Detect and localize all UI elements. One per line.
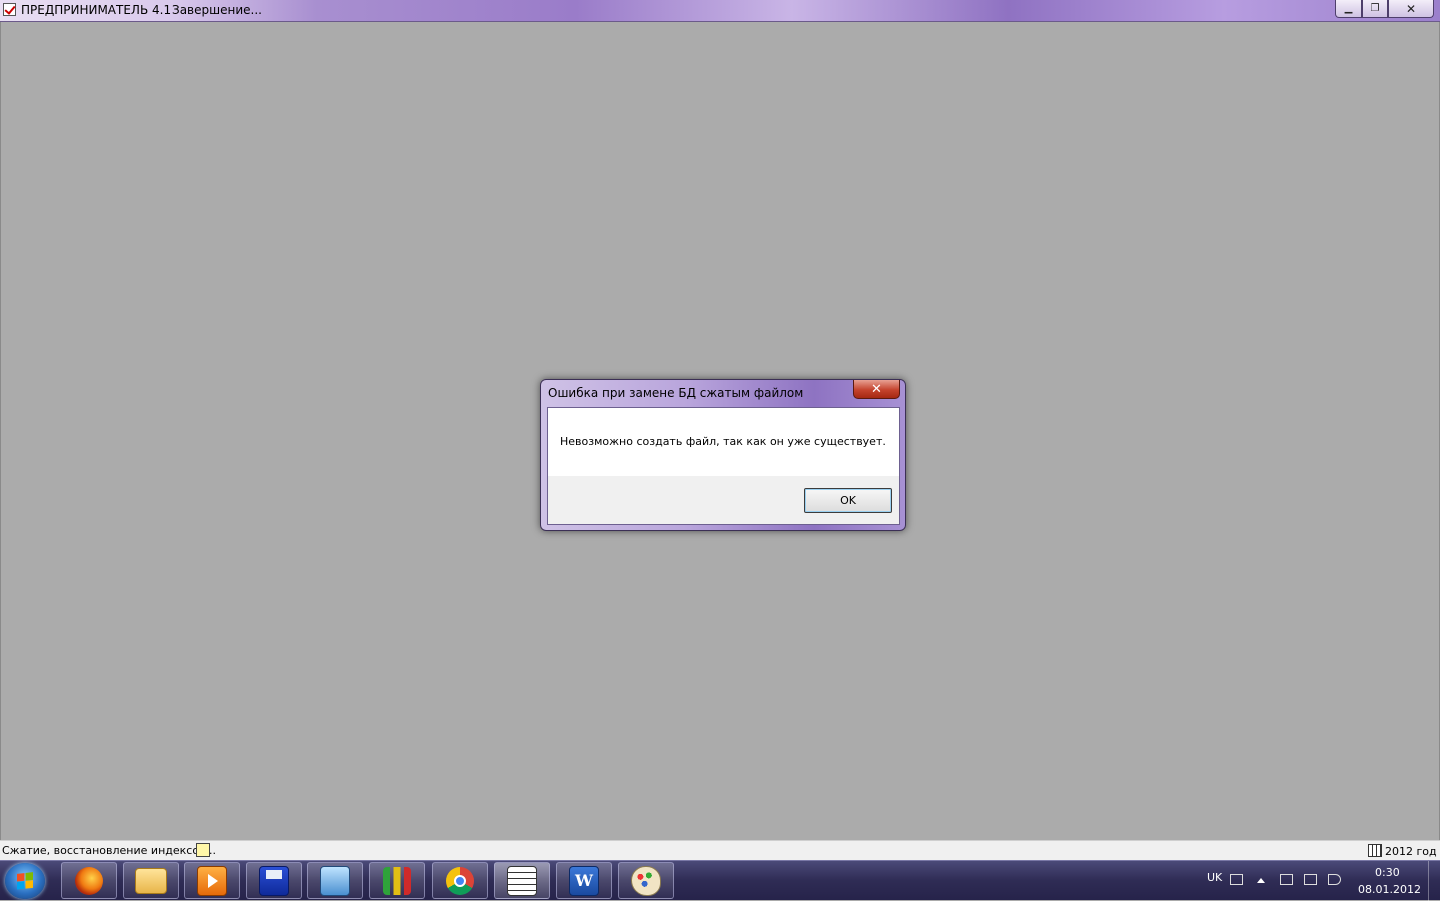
app-checkmark-icon	[3, 3, 16, 16]
start-button[interactable]	[5, 863, 45, 899]
restore-icon: ❐	[1370, 3, 1380, 14]
error-dialog: Ошибка при замене БД сжатым файлом ✕ Нев…	[540, 379, 906, 531]
bar-chart-app-icon	[383, 866, 411, 895]
taskbar: W UK 0:30 08.01.2012	[0, 860, 1440, 901]
checklist-app-icon	[507, 865, 537, 896]
status-text: Сжатие, восстановление индексов...	[2, 844, 217, 857]
clock-time[interactable]: 0:30	[1375, 866, 1400, 879]
close-icon: ✕	[871, 381, 882, 397]
floppy-disk-icon	[259, 865, 289, 896]
firefox-icon	[75, 866, 103, 895]
taskbar-item-media-player[interactable]	[184, 862, 240, 899]
taskbar-item-save-app[interactable]	[246, 862, 302, 899]
taskbar-item-chrome[interactable]	[432, 862, 488, 899]
paint-icon	[631, 865, 661, 896]
close-icon: ✕	[1405, 1, 1417, 16]
dialog-close-button[interactable]: ✕	[853, 380, 900, 399]
clock-date[interactable]: 08.01.2012	[1358, 883, 1421, 896]
network-icon[interactable]	[1304, 874, 1317, 885]
minimize-icon: ▁	[1344, 3, 1353, 14]
window-subtitle: Завершение...	[172, 3, 262, 17]
taskbar-item-firefox[interactable]	[61, 862, 117, 899]
taskbar-item-chart-app[interactable]	[369, 862, 425, 899]
action-center-icon[interactable]	[1280, 874, 1293, 885]
system-tray: UK 0:30 08.01.2012	[1200, 861, 1440, 901]
close-button[interactable]: ✕	[1388, 0, 1434, 18]
dialog-footer: OK	[548, 476, 899, 524]
chrome-icon	[446, 866, 474, 895]
monitor-icon	[320, 865, 350, 896]
keyboard-icon[interactable]	[1230, 874, 1243, 885]
minimize-button[interactable]: ▁	[1335, 0, 1362, 18]
app-title-bar: ПРЕДПРИНИМАТЕЛЬ 4.1 Завершение... ▁ ❐ ✕	[0, 0, 1440, 22]
dialog-title: Ошибка при замене БД сжатым файлом	[548, 386, 804, 400]
folder-icon	[135, 867, 167, 894]
status-year-label: 2012 год	[1385, 845, 1437, 858]
database-busy-icon	[196, 843, 210, 857]
taskbar-item-monitor-app[interactable]	[307, 862, 363, 899]
taskbar-item-explorer[interactable]	[123, 862, 179, 899]
taskbar-item-paint[interactable]	[618, 862, 674, 899]
word-icon: W	[569, 865, 599, 896]
ok-button[interactable]: OK	[804, 488, 892, 513]
calendar-icon	[1368, 844, 1382, 857]
volume-icon[interactable]	[1328, 874, 1341, 885]
taskbar-item-word[interactable]: W	[556, 862, 612, 899]
show-hidden-icons-icon[interactable]	[1257, 878, 1265, 883]
status-year: 2012 год	[1368, 844, 1437, 858]
media-player-icon	[197, 865, 227, 896]
language-indicator[interactable]: UK	[1207, 871, 1222, 884]
maximize-button[interactable]: ❐	[1362, 0, 1388, 18]
dialog-message: Невозможно создать файл, так как он уже …	[560, 435, 886, 448]
show-desktop-button[interactable]	[1428, 861, 1440, 901]
taskbar-item-predprinimatel[interactable]	[494, 862, 550, 899]
status-bar: Сжатие, восстановление индексов... 2012 …	[0, 840, 1440, 860]
dialog-body: Невозможно создать файл, так как он уже …	[547, 407, 900, 525]
window-title: ПРЕДПРИНИМАТЕЛЬ 4.1	[21, 3, 172, 17]
